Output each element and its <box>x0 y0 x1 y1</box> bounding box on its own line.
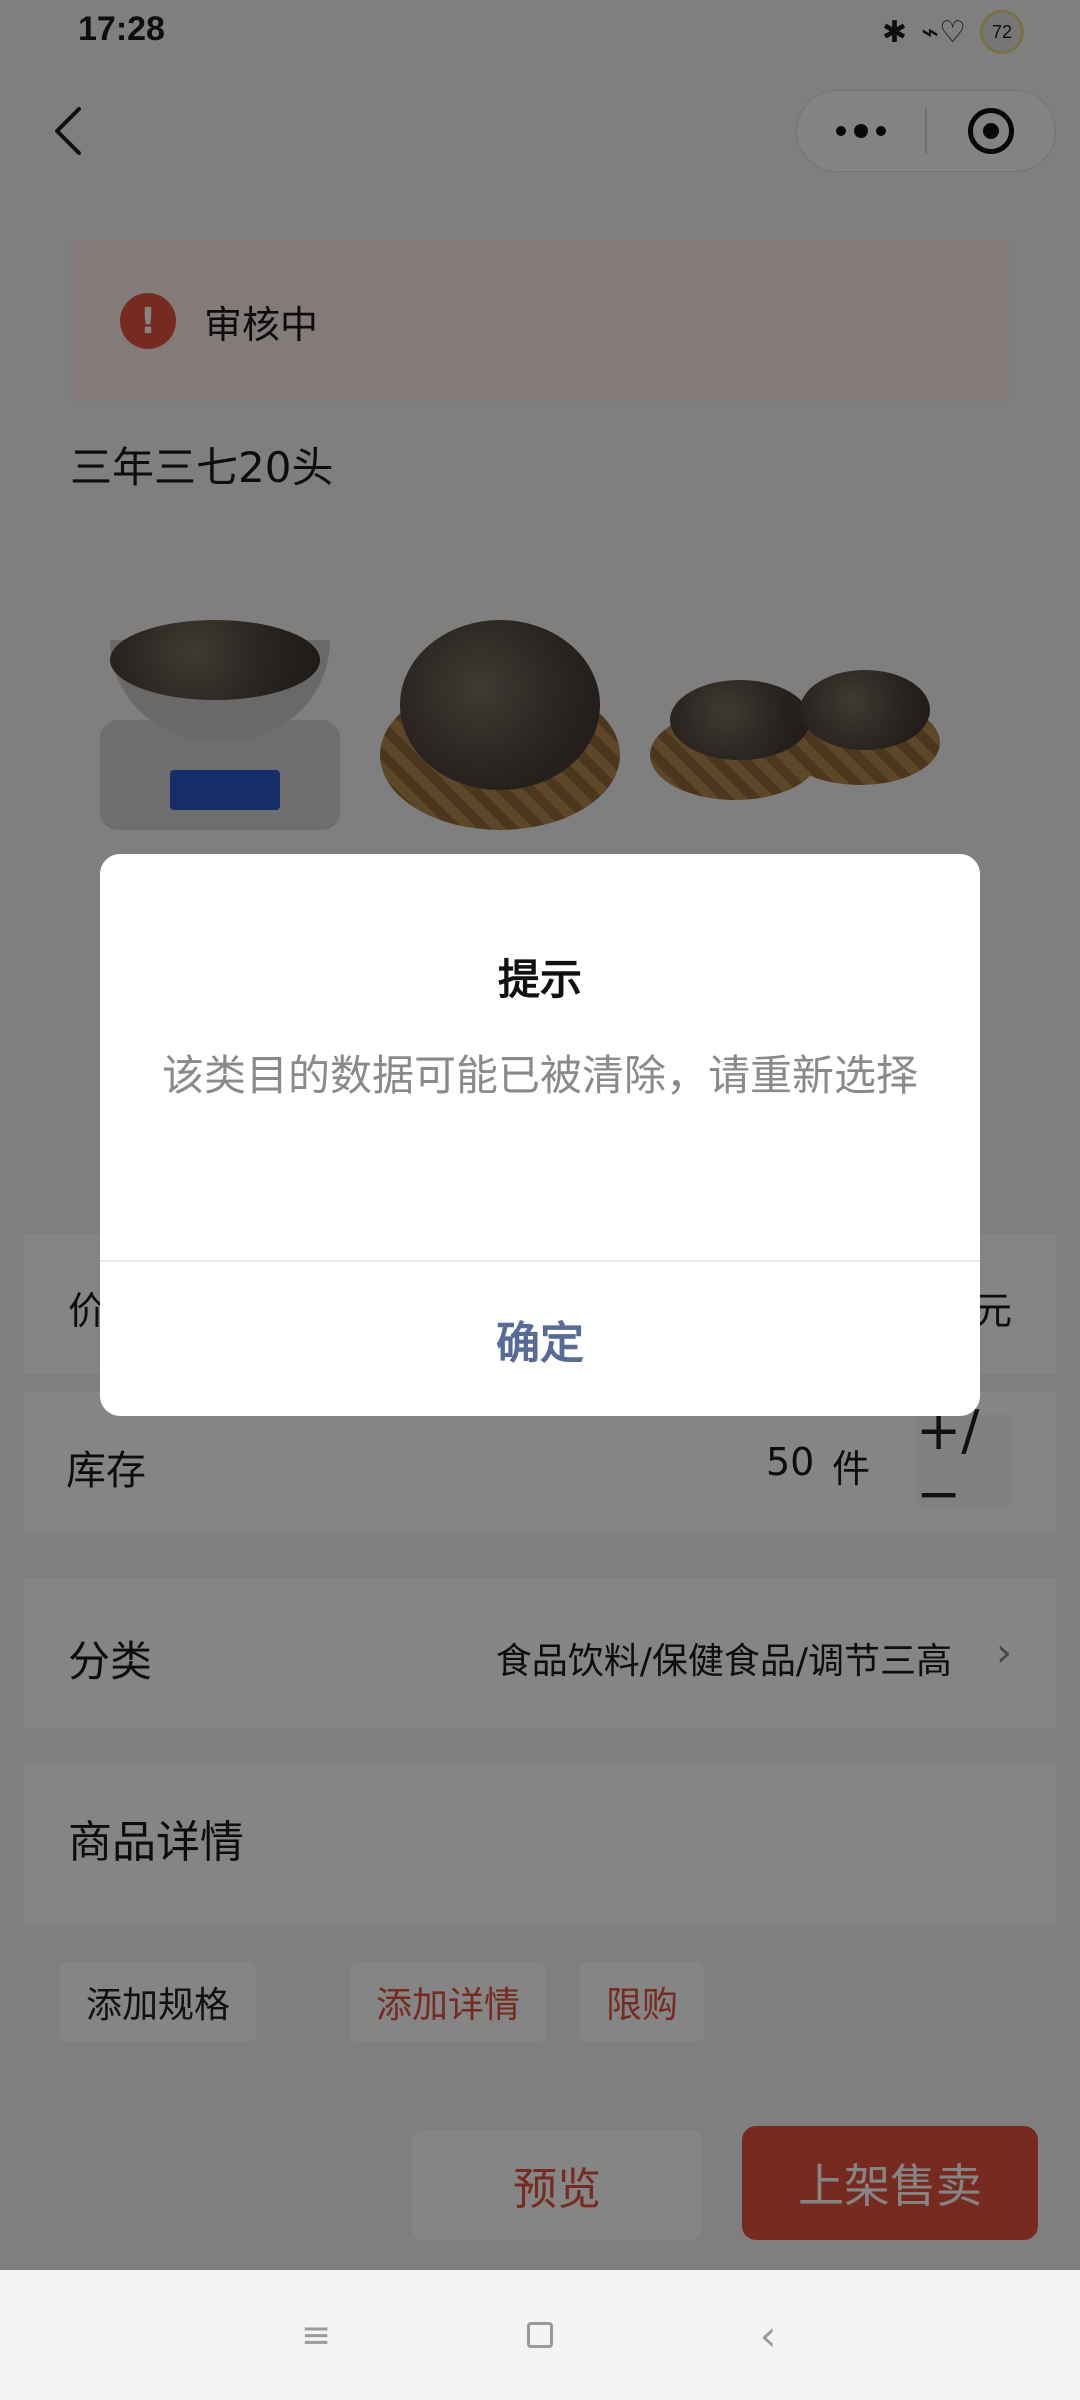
home-icon[interactable] <box>480 2270 600 2400</box>
confirm-button[interactable]: 确定 <box>100 1262 980 1416</box>
dialog-title: 提示 <box>497 955 582 1004</box>
back-icon[interactable]: ‹ <box>708 2270 828 2400</box>
system-navigation-bar: ≡ ‹ <box>0 2270 1080 2400</box>
dialog-message: 该类目的数据可能已被清除，请重新选择 <box>161 1051 918 1100</box>
alert-dialog: 提示 该类目的数据可能已被清除，请重新选择 确定 <box>100 854 980 1416</box>
menu-icon[interactable]: ≡ <box>256 2270 376 2400</box>
